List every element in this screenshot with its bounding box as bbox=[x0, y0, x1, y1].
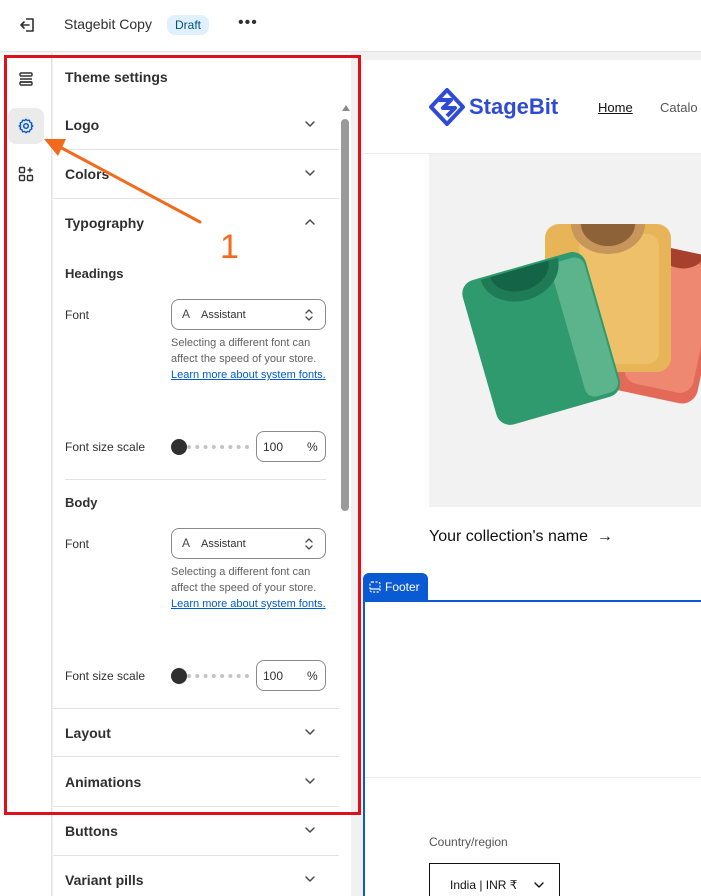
icon-rail bbox=[0, 53, 52, 896]
body-size-label: Font size scale bbox=[65, 669, 146, 683]
scroll-up-arrow-icon[interactable] bbox=[342, 105, 350, 111]
headings-size-slider-handle[interactable] bbox=[171, 439, 187, 455]
chevron-down-icon bbox=[305, 778, 315, 784]
footer-section-tab[interactable]: Footer bbox=[363, 573, 428, 601]
select-arrows-icon bbox=[305, 538, 313, 550]
section-colors[interactable]: Colors bbox=[53, 150, 339, 199]
footer-divider bbox=[365, 777, 701, 778]
panel-title: Theme settings bbox=[65, 69, 168, 85]
sections-button[interactable] bbox=[8, 61, 44, 97]
nav-catalog-link[interactable]: Catalo bbox=[660, 100, 698, 115]
scrollbar-thumb[interactable] bbox=[341, 119, 349, 511]
collection-name: Your collection's name bbox=[429, 528, 588, 545]
footer-selection-outline-left bbox=[363, 600, 365, 896]
section-animations[interactable]: Animations bbox=[53, 758, 339, 807]
headings-title: Headings bbox=[65, 266, 124, 281]
font-icon: A bbox=[182, 536, 191, 550]
collection-image[interactable] bbox=[429, 154, 701, 507]
section-animations-label: Animations bbox=[65, 774, 142, 790]
headings-font-value: Assistant bbox=[201, 309, 246, 321]
font-icon: A bbox=[182, 307, 191, 321]
divider bbox=[65, 479, 326, 480]
chevron-up-icon bbox=[305, 219, 315, 225]
headings-help-text: Selecting a different font can affect th… bbox=[171, 337, 317, 365]
country-region-select[interactable]: India | INR ₹ bbox=[429, 863, 560, 896]
gear-icon bbox=[18, 118, 34, 134]
body-font-help: Selecting a different font can affect th… bbox=[171, 564, 331, 612]
body-size-value: 100 bbox=[263, 669, 284, 683]
headings-system-fonts-link[interactable]: Learn more about system fonts. bbox=[171, 369, 326, 381]
section-variant-pills[interactable]: Variant pills bbox=[53, 856, 339, 896]
section-buttons[interactable]: Buttons bbox=[53, 807, 339, 856]
footer-section-icon bbox=[369, 581, 381, 593]
top-bar: Stagebit Copy Draft ••• bbox=[0, 0, 701, 52]
theme-settings-button[interactable] bbox=[8, 108, 44, 144]
section-logo-label: Logo bbox=[65, 117, 100, 133]
nav-home-link[interactable]: Home bbox=[598, 100, 633, 115]
body-size-input[interactable]: 100 % bbox=[256, 660, 326, 691]
apps-icon bbox=[18, 166, 34, 182]
body-size-slider-handle[interactable] bbox=[171, 668, 187, 684]
body-help-text: Selecting a different font can affect th… bbox=[171, 566, 317, 594]
section-logo[interactable]: Logo bbox=[53, 101, 339, 150]
body-font-label: Font bbox=[65, 537, 90, 551]
section-typography[interactable]: Typography bbox=[53, 199, 339, 248]
body-system-fonts-link[interactable]: Learn more about system fonts. bbox=[171, 598, 326, 610]
theme-settings-panel: Theme settings Logo Colors Typography He… bbox=[53, 53, 351, 896]
chevron-down-icon bbox=[534, 882, 544, 888]
store-name: Stagebit Copy bbox=[64, 16, 152, 32]
section-buttons-label: Buttons bbox=[65, 823, 118, 839]
exit-icon[interactable] bbox=[18, 15, 38, 35]
headings-size-unit: % bbox=[307, 440, 318, 454]
footer-tab-label: Footer bbox=[385, 580, 420, 594]
chevron-down-icon bbox=[305, 121, 315, 127]
body-font-value: Assistant bbox=[201, 538, 246, 550]
section-layout[interactable]: Layout bbox=[53, 708, 339, 757]
chevron-down-icon bbox=[305, 827, 315, 833]
more-actions-button[interactable]: ••• bbox=[238, 14, 258, 32]
preview-header: StageBit Home Catalo bbox=[363, 60, 701, 154]
section-colors-label: Colors bbox=[65, 166, 110, 182]
tshirts-illustration bbox=[462, 224, 701, 425]
section-layout-label: Layout bbox=[65, 725, 111, 741]
logo-text: StageBit bbox=[469, 94, 559, 119]
headings-size-value: 100 bbox=[263, 440, 284, 454]
chevron-down-icon bbox=[305, 729, 315, 735]
stagebit-logo-icon bbox=[429, 88, 465, 126]
section-typography-label: Typography bbox=[65, 215, 145, 231]
headings-font-picker[interactable]: A Assistant bbox=[171, 299, 326, 330]
headings-size-slider-track[interactable] bbox=[187, 445, 249, 449]
chevron-down-icon bbox=[305, 170, 315, 176]
select-arrows-icon bbox=[305, 309, 313, 321]
body-title: Body bbox=[65, 495, 98, 510]
collection-name-link[interactable]: Your collection's name → bbox=[429, 528, 613, 546]
body-size-unit: % bbox=[307, 669, 318, 683]
country-region-value: India | INR ₹ bbox=[450, 878, 518, 892]
body-font-picker[interactable]: A Assistant bbox=[171, 528, 326, 559]
headings-size-label: Font size scale bbox=[65, 440, 146, 454]
apps-button[interactable] bbox=[8, 156, 44, 192]
storefront-preview[interactable]: StageBit Home Catalo Your collection's n… bbox=[363, 60, 701, 896]
footer-selection-outline bbox=[363, 600, 701, 602]
body-size-slider-track[interactable] bbox=[187, 674, 249, 678]
section-variant-pills-label: Variant pills bbox=[65, 872, 144, 888]
annotation-number: 1 bbox=[220, 228, 239, 266]
chevron-down-icon bbox=[305, 876, 315, 882]
status-badge: Draft bbox=[167, 15, 210, 35]
headings-font-label: Font bbox=[65, 308, 90, 322]
headings-size-input[interactable]: 100 % bbox=[256, 431, 326, 462]
arrow-right-icon: → bbox=[596, 528, 613, 545]
sections-icon bbox=[19, 72, 33, 86]
country-region-label: Country/region bbox=[429, 835, 508, 849]
scrollbar[interactable] bbox=[341, 105, 350, 895]
headings-font-help: Selecting a different font can affect th… bbox=[171, 335, 331, 383]
